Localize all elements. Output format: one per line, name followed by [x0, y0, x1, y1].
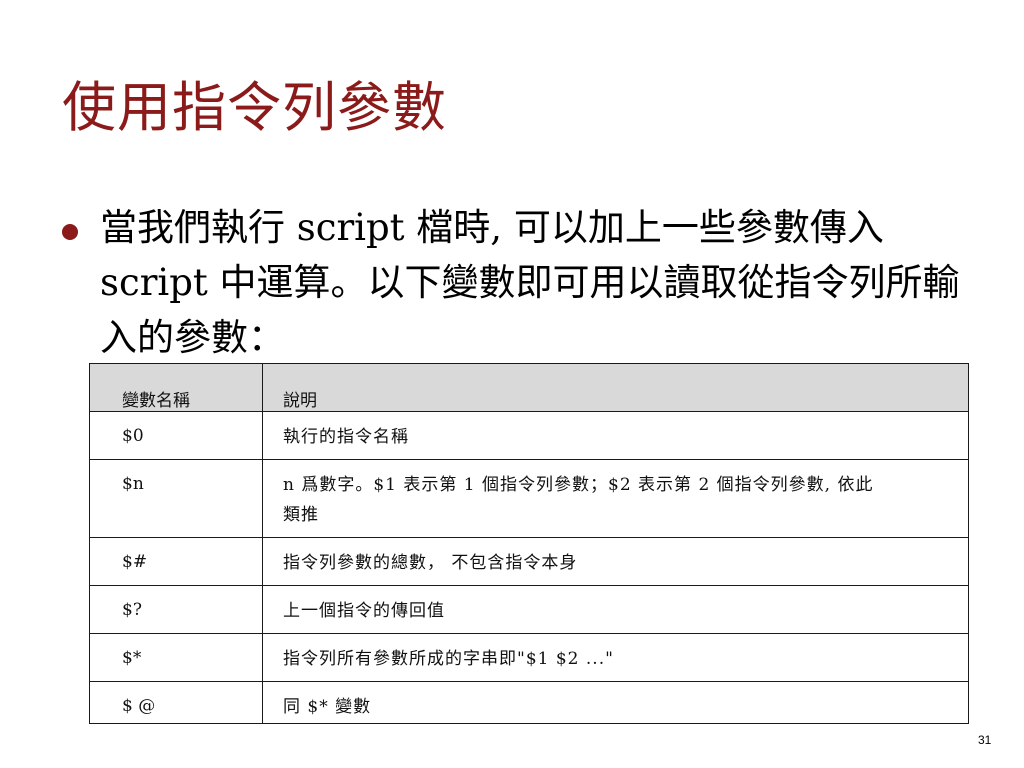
variable-name-cell: $n — [89, 459, 263, 538]
table-row: $* 指令列所有參數所成的字串即"$1 $2 ..." — [89, 633, 969, 682]
header-variable-name: 變數名稱 — [89, 363, 263, 412]
header-description: 說明 — [262, 363, 969, 412]
table-row: $ @ 同 $* 變數 — [89, 681, 969, 724]
variables-table-container: 變數名稱 說明 $0 執行的指令名稱 $n n 爲數字。$1 表示第 1 個指令… — [89, 363, 969, 724]
variable-description-cell: n 爲數字。$1 表示第 1 個指令列參數；$2 表示第 2 個指令列參數, 依… — [262, 459, 969, 538]
variable-name-cell: $ @ — [89, 681, 263, 724]
table-row: $# 指令列參數的總數， 不包含指令本身 — [89, 537, 969, 586]
variable-name-cell: $? — [89, 585, 263, 634]
slide-title: 使用指令列參數 — [62, 76, 447, 139]
variable-name-cell: $* — [89, 633, 263, 682]
table-row: $0 執行的指令名稱 — [89, 411, 969, 460]
variables-table: 變數名稱 說明 $0 執行的指令名稱 $n n 爲數字。$1 表示第 1 個指令… — [89, 363, 969, 724]
variable-name-cell: $# — [89, 537, 263, 586]
table-row: $? 上一個指令的傳回值 — [89, 585, 969, 634]
bullet-text: 當我們執行 script 檔時, 可以加上一些參數傳入 script 中運算。以… — [100, 206, 960, 359]
variable-description-cell: 同 $* 變數 — [262, 681, 969, 724]
page-number: 31 — [978, 733, 992, 747]
bullet-item: 當我們執行 script 檔時, 可以加上一些參數傳入 script 中運算。以… — [62, 200, 962, 365]
bullet-dot-icon — [62, 224, 78, 240]
variable-description-cell: 指令列參數的總數， 不包含指令本身 — [262, 537, 969, 586]
variable-description-cell: 指令列所有參數所成的字串即"$1 $2 ..." — [262, 633, 969, 682]
variable-name-cell: $0 — [89, 411, 263, 460]
table-row: $n n 爲數字。$1 表示第 1 個指令列參數；$2 表示第 2 個指令列參數… — [89, 459, 969, 538]
variable-description-cell: 上一個指令的傳回值 — [262, 585, 969, 634]
variable-description-cell: 執行的指令名稱 — [262, 411, 969, 460]
table-header-row: 變數名稱 說明 — [89, 363, 969, 412]
